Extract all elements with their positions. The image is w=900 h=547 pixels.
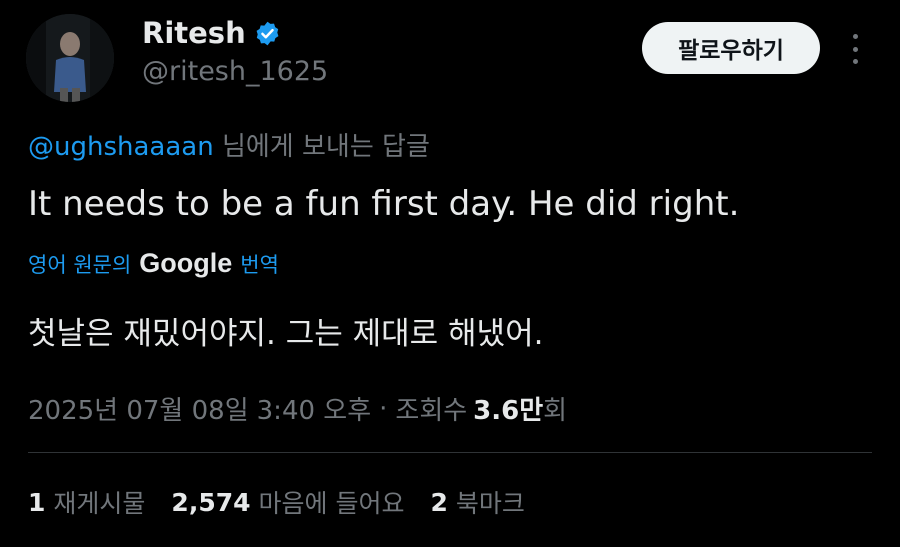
author-name[interactable]: Ritesh xyxy=(142,16,246,50)
more-options-icon[interactable] xyxy=(848,34,862,64)
verified-badge-icon xyxy=(256,21,279,45)
reposts-count: 1 xyxy=(28,487,46,517)
reply-suffix: 님에게 보내는 답글 xyxy=(221,132,430,162)
tweet-date[interactable]: 2025년 07월 08일 xyxy=(28,390,249,427)
bookmarks-stat[interactable]: 2 북마크 xyxy=(430,484,524,520)
translation-attribution[interactable]: 영어 원문의 Google 번역 xyxy=(28,248,279,279)
tweet-time[interactable]: 3:40 오후 xyxy=(257,390,372,427)
tweet-meta: 2025년 07월 08일 3:40 오후 · 조회수 3.6만회 xyxy=(28,390,567,427)
author-name-row[interactable]: Ritesh xyxy=(142,16,281,50)
author-handle[interactable]: @ritesh_1625 xyxy=(142,56,328,87)
likes-label: 마음에 들어요 xyxy=(258,489,405,518)
bookmarks-label: 북마크 xyxy=(455,489,525,518)
translation-prefix[interactable]: 영어 원문의 xyxy=(28,249,131,279)
follow-button[interactable]: 팔로우하기 xyxy=(642,22,820,74)
translation-suffix[interactable]: 번역 xyxy=(240,249,279,279)
reply-context: @ughshaaaan 님에게 보내는 답글 xyxy=(28,126,430,163)
avatar-photo xyxy=(26,14,114,102)
reposts-label: 재게시물 xyxy=(53,489,146,518)
translated-text: 첫날은 재밌어야지. 그는 제대로 해냈어. xyxy=(28,316,544,352)
views-label: 조회수 xyxy=(395,396,468,426)
views-count: 3.6만 xyxy=(473,396,544,426)
google-logo: Google xyxy=(139,248,233,278)
views-suffix: 회 xyxy=(543,396,568,426)
reply-mention-link[interactable]: @ughshaaaan xyxy=(28,132,214,162)
likes-count: 2,574 xyxy=(171,487,251,517)
divider xyxy=(28,452,872,453)
likes-stat[interactable]: 2,574 마음에 들어요 xyxy=(171,484,404,520)
tweet-text: It needs to be a fun first day. He did r… xyxy=(28,184,740,224)
bookmarks-count: 2 xyxy=(430,487,448,517)
avatar[interactable] xyxy=(26,14,114,102)
engagement-stats: 1 재게시물 2,574 마음에 들어요 2 북마크 xyxy=(28,484,539,520)
meta-separator: · xyxy=(379,393,388,424)
reposts-stat[interactable]: 1 재게시물 xyxy=(28,484,145,520)
